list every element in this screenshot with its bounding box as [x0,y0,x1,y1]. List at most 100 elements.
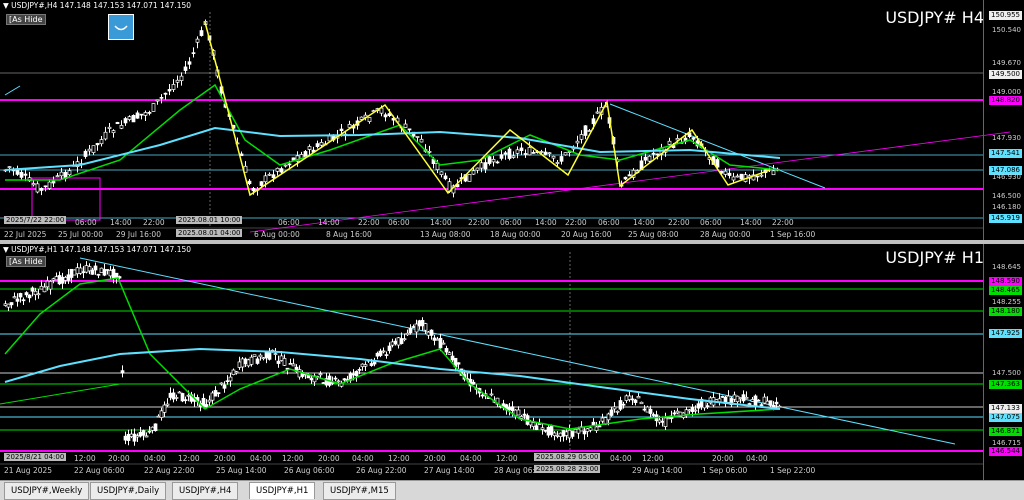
h1-price-scale[interactable]: 148.645 148.590 148.465 148.255 148.180 147.9… [983,244,1024,480]
h4-candle-body [419,138,424,143]
h1-subtime-label: 12:00 [282,454,304,463]
h1-candle-body [147,430,152,433]
h4-candle-body [19,171,24,178]
h1-candle-body [507,407,512,410]
tab-weekly[interactable]: USDJPY#,Weekly [4,482,90,500]
h1-header: ▼ USDJPY#,H1 147.148 147.153 147.071 147… [3,245,192,254]
tab-h4[interactable]: USDJPY#,H4 [172,482,239,500]
h1-subtime-label: 04:00 [250,454,272,463]
h4-candle-body [267,173,272,176]
h1-chart-pane[interactable]: ▼ USDJPY#,H1 147.148 147.153 147.071 147… [0,244,1024,480]
h1-candle-body [672,412,677,415]
h1-candle-body [651,414,656,416]
h1-price-label: 147.925 [989,329,1022,338]
tab-h1[interactable]: USDJPY#,H1 [249,482,316,499]
h1-candle-body [42,286,47,293]
h4-title: USDJPY# H4 [885,8,984,27]
h4-price-label: 146.930 [992,173,1021,181]
h1-candle-body [639,401,644,405]
h1-candle-body [534,425,539,430]
h4-chart-canvas[interactable] [0,0,1024,240]
h4-candle-body [47,181,52,189]
h1-candle-body [423,323,428,331]
h4-candle-body [647,155,652,162]
h1-candle-body [90,269,95,275]
h1-candle-body [288,363,293,365]
h4-candle-body [315,143,320,147]
h1-candle-body [438,337,443,349]
h1-candle-body [180,393,185,402]
h1-candle-body [183,399,188,402]
h1-candle-body [276,360,281,364]
trendline-down [79,257,956,445]
h4-candle-body [195,38,200,43]
h4-candle-body [655,153,660,156]
h4-candle-body [491,159,496,163]
h1-candle-body [51,278,56,281]
h1-candle-body [144,435,149,438]
h1-subtime-label: 04:00 [746,454,768,463]
h1-candle-body [369,363,374,366]
h1-subtime-label: 12:00 [178,454,200,463]
h1-candle-body [510,406,515,412]
h1-candle-body [738,397,743,400]
h1-candle-body [48,281,53,290]
h4-candle-body [327,135,332,142]
h4-subtime-label: 14:00 [318,218,340,227]
h4-candle-body [563,152,568,156]
h4-subtime-label: 22:00 [143,218,165,227]
h1-candle-body [609,409,614,416]
h1-candle-body [381,350,386,353]
h4-price-label: 146.500 [992,192,1021,200]
h1-candle-body [558,432,563,437]
h4-subtime-label: 06:00 [700,218,722,227]
h1-candle-body [201,397,206,407]
h1-time-label: 1 Sep 06:00 [702,466,748,475]
tab-m15[interactable]: USDJPY#,M15 [323,482,396,500]
h1-candle-body [204,404,209,408]
h4-candle-body [735,175,740,178]
h4-ma-slow [4,126,781,171]
h4-subtime-label: 14:00 [633,218,655,227]
h4-candle-body [759,174,764,177]
h1-candle-body [561,430,566,437]
h4-subtime-label: 14:00 [430,218,452,227]
h1-price-label: 148.255 [992,298,1021,306]
h4-candle-body [731,176,736,181]
h1-candle-body [720,396,725,398]
h1-candle-body [576,428,581,434]
h4-candle-body [543,151,548,155]
h1-candle-body [744,396,749,399]
h1-candle-body [57,275,62,285]
h4-candle-body [339,128,344,132]
h1-candle-body [546,427,551,436]
h4-candle-body [55,175,60,178]
h4-hide-button[interactable]: [As Hide [6,14,46,25]
h4-candle-body [131,115,136,123]
h4-price-scale[interactable]: 150.955 150.540 149.670 149.500 149.000 148.8… [983,0,1024,240]
h4-candle-body [443,175,448,180]
h1-candle-body [426,331,431,336]
h1-chart-canvas[interactable] [0,244,1024,480]
h1-candle-body [630,398,635,401]
h1-subtime-label: 04:00 [610,454,632,463]
h4-candle-body [527,147,532,156]
h4-chart-pane[interactable]: ▼ USDJPY#,H4 147.148 147.153 147.071 147… [0,0,1024,240]
h4-price-label: 147.541 [989,149,1022,158]
h1-subtime-label: 12:00 [496,454,518,463]
h1-hide-button[interactable]: [As Hide [6,256,46,267]
h1-candle-body [585,428,590,432]
h1-candle-body [135,435,140,438]
h4-subtime-label: 14:00 [740,218,762,227]
h4-candle-body [307,146,312,150]
h1-candle-body [522,413,527,416]
h1-candle-body [666,417,671,420]
h1-candle-body [153,423,158,432]
h4-candle-body [547,152,552,155]
h1-candle-body [342,378,347,381]
h4-candle-body [159,96,164,99]
h4-subtime-label: 22:00 [668,218,690,227]
h4-candle-body [263,175,268,183]
tab-daily[interactable]: USDJPY#,Daily [90,482,167,500]
h1-candle-body [111,268,116,279]
